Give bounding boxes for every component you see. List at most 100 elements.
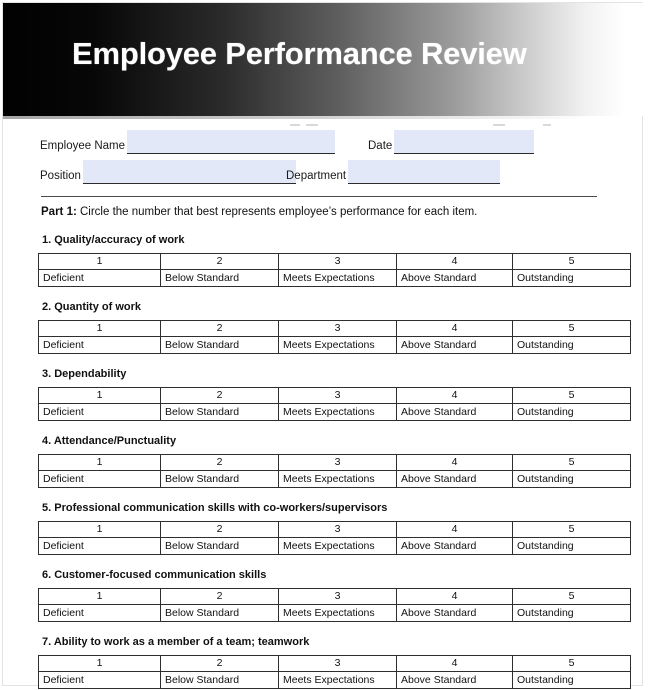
rating-label-cell: Deficient <box>38 269 161 287</box>
rating-label-cell: Deficient <box>38 671 161 689</box>
rating-score-cell[interactable]: 2 <box>160 588 279 605</box>
rating-scale-table: 1 2 3 4 5 Deficient Below Standard Meets Expect… <box>38 253 631 287</box>
rating-score-cell[interactable]: 4 <box>396 588 513 605</box>
rating-label-cell: Deficient <box>38 537 161 555</box>
table-row: Deficient Below Standard Meets Expectation… <box>38 671 631 689</box>
table-row: 12345 <box>38 454 631 471</box>
rating-score-cell[interactable]: 4 <box>396 387 513 404</box>
rating-label-cell: Below Standard <box>160 537 279 555</box>
rating-scale-table: 1 2 3 4 5 Deficient Below Standard Meets Expect… <box>38 320 631 354</box>
rating-label-cell: Below Standard <box>160 269 279 287</box>
rating-scale-table: 1 2 3 4 5 Deficient Below Standard Meets Expect… <box>38 521 631 555</box>
rating-item: 6. Customer-focused communication skills… <box>0 569 648 636</box>
document-banner: Employee Performance Review <box>3 3 644 119</box>
rating-label-cell: Above Standard <box>396 470 513 488</box>
rating-item: 2. Quantity of work 1 2 3 4 5 Deficient Below S… <box>0 301 648 368</box>
rating-items-list: 1. Quality/accuracy of work 1 2 3 4 5 Deficien… <box>0 234 648 690</box>
rating-score-cell[interactable]: 2 <box>160 454 279 471</box>
rating-label-cell: Below Standard <box>160 604 279 622</box>
table-row: 12345 <box>38 387 631 404</box>
part-1-text: Circle the number that best represents e… <box>76 206 478 218</box>
rating-label-cell: Above Standard <box>396 269 513 287</box>
rating-score-cell[interactable]: 5 <box>512 588 631 605</box>
rating-scale-table: 1 2 3 4 5 Deficient Below Standard Meets Expect… <box>38 655 631 689</box>
rating-score-cell[interactable]: 3 <box>278 655 397 672</box>
rating-item: 7. Ability to work as a member of a team… <box>0 636 648 690</box>
table-row: 12345 <box>38 320 631 337</box>
rating-score-cell[interactable]: 2 <box>160 655 279 672</box>
section-divider <box>41 196 597 197</box>
field-group-date: Date <box>368 124 535 154</box>
rating-label-cell: Outstanding <box>512 604 631 622</box>
form-row-1: Employee Name Date <box>0 124 648 154</box>
rating-label-cell: Below Standard <box>160 671 279 689</box>
rating-label-cell: Meets Expectations <box>278 470 397 488</box>
rating-score-cell[interactable]: 5 <box>512 253 631 270</box>
rating-score-cell[interactable]: 2 <box>160 320 279 337</box>
rating-label-cell: Above Standard <box>396 537 513 555</box>
rating-score-cell[interactable]: 3 <box>278 521 397 538</box>
rating-label-cell: Outstanding <box>512 269 631 287</box>
rating-scale-table: 1 2 3 4 5 Deficient Below Standard Meets Expect… <box>38 588 631 622</box>
department-label: Department <box>286 170 347 182</box>
rating-score-cell[interactable]: 1 <box>38 387 161 404</box>
page-title: Employee Performance Review <box>72 36 527 71</box>
rating-item: 3. Dependability 1 2 3 4 5 Deficient Below Stan… <box>0 368 648 435</box>
table-row: 12345 <box>38 253 631 270</box>
rating-score-cell[interactable]: 1 <box>38 253 161 270</box>
table-row: 12345 <box>38 521 631 538</box>
rating-score-cell[interactable]: 5 <box>512 387 631 404</box>
rating-score-cell[interactable]: 1 <box>38 521 161 538</box>
rating-item-heading: 3. Dependability <box>42 368 127 380</box>
rating-score-cell[interactable]: 1 <box>38 454 161 471</box>
rating-score-cell[interactable]: 2 <box>160 253 279 270</box>
table-row: Deficient Below Standard Meets Expectation… <box>38 470 631 488</box>
rating-label-cell: Meets Expectations <box>278 671 397 689</box>
rating-score-cell[interactable]: 3 <box>278 454 397 471</box>
rating-label-cell: Deficient <box>38 336 161 354</box>
rating-item-heading: 1. Quality/accuracy of work <box>42 234 185 246</box>
rating-label-cell: Outstanding <box>512 470 631 488</box>
rating-score-cell[interactable]: 1 <box>38 655 161 672</box>
rating-score-cell[interactable]: 4 <box>396 655 513 672</box>
rating-score-cell[interactable]: 4 <box>396 253 513 270</box>
part-1-instruction: Part 1: Circle the number that best repr… <box>41 206 477 218</box>
rating-score-cell[interactable]: 5 <box>512 454 631 471</box>
rating-item-heading: 4. Attendance/Punctuality <box>42 435 177 447</box>
rating-label-cell: Below Standard <box>160 336 279 354</box>
rating-score-cell[interactable]: 1 <box>38 588 161 605</box>
rating-score-cell[interactable]: 2 <box>160 521 279 538</box>
rating-score-cell[interactable]: 1 <box>38 320 161 337</box>
rating-label-cell: Meets Expectations <box>278 604 397 622</box>
rating-score-cell[interactable]: 5 <box>512 655 631 672</box>
position-input[interactable] <box>82 160 296 184</box>
department-input[interactable] <box>348 160 501 184</box>
rating-item-heading: 6. Customer-focused communication skills <box>42 569 267 581</box>
rating-score-cell[interactable]: 4 <box>396 320 513 337</box>
rating-item: 4. Attendance/Punctuality 1 2 3 4 5 Deficient B… <box>0 435 648 502</box>
rating-scale-table: 1 2 3 4 5 Deficient Below Standard Meets Expect… <box>38 454 631 488</box>
form-row-2: Position Department <box>0 154 648 184</box>
rating-label-cell: Outstanding <box>512 671 631 689</box>
part-1-label: Part 1: <box>41 206 77 218</box>
table-row: Deficient Below Standard Meets Expectation… <box>38 604 631 622</box>
date-input[interactable] <box>394 130 535 154</box>
rating-item: 1. Quality/accuracy of work 1 2 3 4 5 Deficien… <box>0 234 648 301</box>
employee-name-label: Employee Name <box>40 140 126 152</box>
rating-label-cell: Meets Expectations <box>278 403 397 421</box>
rating-score-cell[interactable]: 5 <box>512 521 631 538</box>
form-fields-section: Employee Name Date Position Department <box>0 124 648 196</box>
table-row: Deficient Below Standard Meets Expectation… <box>38 269 631 287</box>
rating-score-cell[interactable]: 2 <box>160 387 279 404</box>
rating-label-cell: Outstanding <box>512 403 631 421</box>
rating-score-cell[interactable]: 5 <box>512 320 631 337</box>
rating-score-cell[interactable]: 4 <box>396 521 513 538</box>
document-page: Employee Performance Review Employee Nam… <box>0 0 648 690</box>
employee-name-input[interactable] <box>127 130 336 154</box>
rating-score-cell[interactable]: 3 <box>278 253 397 270</box>
rating-score-cell[interactable]: 4 <box>396 454 513 471</box>
rating-score-cell[interactable]: 3 <box>278 588 397 605</box>
rating-score-cell[interactable]: 3 <box>278 320 397 337</box>
rating-label-cell: Deficient <box>38 470 161 488</box>
rating-score-cell[interactable]: 3 <box>278 387 397 404</box>
